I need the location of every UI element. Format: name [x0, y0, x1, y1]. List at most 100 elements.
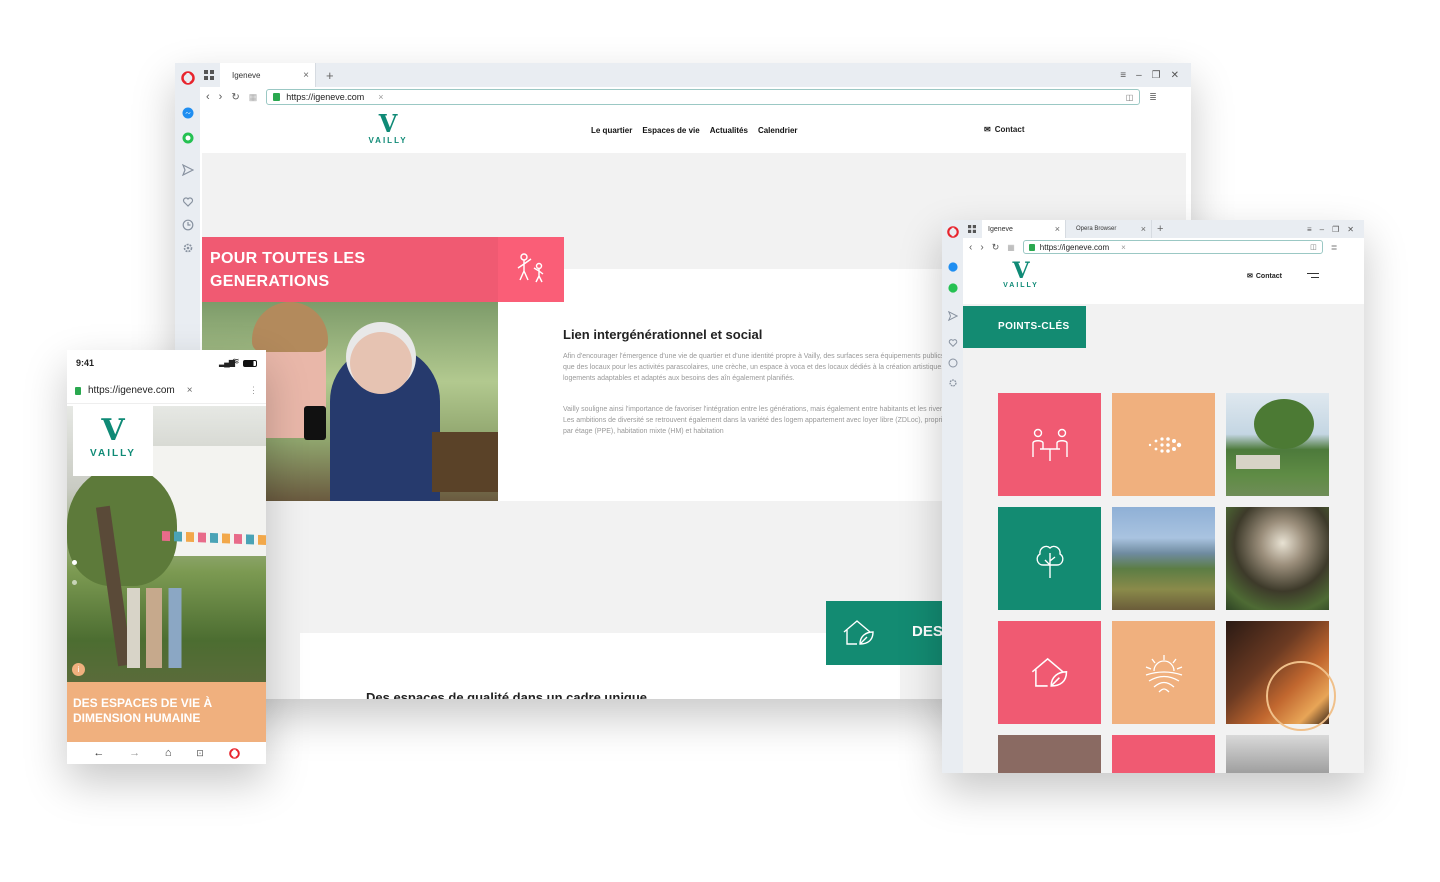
forward-icon[interactable]: →	[129, 747, 140, 759]
logo-word: VAILLY	[368, 136, 408, 145]
restore-icon[interactable]: ❐	[1152, 70, 1161, 81]
desktop-tab-igeneve[interactable]: Igeneve ×	[220, 63, 316, 87]
history-icon[interactable]	[182, 219, 194, 231]
tile-photo-bicycle[interactable]	[1226, 621, 1336, 731]
info-icon[interactable]: i	[72, 663, 85, 676]
tile-photo-landscape[interactable]	[1112, 507, 1215, 610]
tile-photo-street[interactable]	[1226, 735, 1329, 773]
tile-dots[interactable]	[1112, 393, 1215, 496]
window-controls: ≡ – ❐ ✕	[1307, 225, 1354, 234]
opera-icon[interactable]	[180, 71, 195, 85]
whatsapp-icon[interactable]	[947, 283, 958, 293]
site-logo[interactable]: V VAILLY	[73, 406, 153, 476]
carousel-dot-1[interactable]	[72, 560, 77, 565]
close-tab-icon[interactable]: ×	[1141, 224, 1146, 234]
close-window-icon[interactable]: ✕	[1347, 225, 1354, 234]
tablet-tab-opera[interactable]: Opera Browser ×	[1066, 220, 1152, 238]
clear-url-icon[interactable]: ×	[378, 92, 383, 102]
close-tab-icon[interactable]: ×	[303, 70, 309, 81]
mobile-address-bar[interactable]: https://igeneve.com × ⋮	[67, 378, 266, 404]
minimize-icon[interactable]: –	[1320, 225, 1324, 234]
nav-actualites[interactable]: Actualités	[710, 126, 748, 135]
tab-menu-icon[interactable]: ≡	[1120, 70, 1126, 81]
clear-url-icon[interactable]: ×	[187, 385, 193, 396]
points-cles-text: POINTS-CLÉS	[998, 321, 1070, 332]
more-icon[interactable]: ⋮	[249, 385, 258, 396]
minimize-icon[interactable]: –	[1136, 70, 1142, 81]
speed-dial-icon[interactable]: ▦	[249, 92, 258, 103]
tile-photo-building-tree[interactable]	[1226, 393, 1329, 496]
house-icon-box	[826, 601, 892, 665]
nav-calendrier[interactable]: Calendrier	[758, 126, 798, 135]
envelope-icon: ✉	[984, 125, 991, 134]
speed-dial-icon[interactable]: ▦	[1007, 243, 1015, 252]
forward-icon[interactable]: ›	[980, 242, 983, 253]
tabs-grid-icon[interactable]	[968, 225, 976, 233]
tablet-address-bar[interactable]: https://igeneve.com × ◫	[1022, 240, 1323, 254]
close-tab-icon[interactable]: ×	[1055, 224, 1060, 234]
tile-tree[interactable]	[998, 507, 1101, 610]
tab-title: Igeneve	[232, 70, 261, 80]
heart-icon[interactable]	[182, 196, 194, 208]
tree-icon	[1035, 545, 1064, 578]
messenger-icon[interactable]	[947, 262, 958, 272]
restore-icon[interactable]: ❐	[1332, 225, 1339, 234]
tabs-grid-icon[interactable]	[204, 70, 214, 80]
site-logo[interactable]: V VAILLY	[1001, 260, 1041, 289]
close-window-icon[interactable]: ✕	[1171, 70, 1179, 81]
easy-setup-icon[interactable]: ≣	[1331, 243, 1338, 252]
envelope-icon: ✉	[1247, 273, 1253, 280]
whatsapp-icon[interactable]	[182, 132, 194, 144]
settings-icon[interactable]	[182, 242, 194, 254]
easy-setup-icon[interactable]: ≣	[1149, 92, 1157, 103]
back-icon[interactable]: ‹	[969, 242, 972, 253]
menu-icon[interactable]	[1307, 273, 1319, 278]
opera-icon[interactable]	[946, 226, 959, 238]
generations-banner-text: POUR TOUTES LES GENERATIONS	[210, 250, 366, 290]
mobile-hero: V VAILLY i	[67, 406, 266, 682]
section-paragraph-2: Vailly souligne ainsi l'importance de fa…	[563, 406, 957, 435]
send-icon[interactable]	[947, 311, 958, 321]
nav-le-quartier[interactable]: Le quartier	[591, 126, 632, 135]
tile-people-table[interactable]	[998, 393, 1101, 496]
desktop-address-bar[interactable]: https://igeneve.com × ◫	[266, 89, 1141, 105]
mobile-bottom-bar: ← → ⌂ ⊡	[67, 742, 266, 764]
back-icon[interactable]: ‹	[206, 91, 210, 103]
heart-icon[interactable]	[948, 338, 958, 348]
tile-pink-partial[interactable]	[1112, 735, 1215, 773]
clear-url-icon[interactable]: ×	[1121, 243, 1126, 252]
url-text: https://igeneve.com	[286, 92, 365, 102]
send-icon[interactable]	[181, 164, 194, 176]
snapshot-icon[interactable]: ◫	[1310, 243, 1317, 251]
reload-icon[interactable]: ↻	[231, 92, 239, 103]
home-icon[interactable]: ⌂	[165, 747, 172, 759]
settings-icon[interactable]	[948, 378, 958, 388]
tablet-tab-igeneve[interactable]: Igeneve ×	[982, 220, 1066, 238]
contact-link[interactable]: ✉ Contact	[1247, 272, 1282, 281]
tile-sunrise[interactable]	[1112, 621, 1215, 724]
site-logo[interactable]: V VAILLY	[367, 112, 409, 146]
section-title: Lien intergénérationnel et social	[563, 327, 763, 342]
tile-photo-watering[interactable]	[1226, 507, 1329, 610]
tablet-site-header: V VAILLY ✉ Contact	[963, 256, 1364, 304]
wifi-icon: ≋	[232, 356, 240, 366]
new-tab-icon[interactable]: +	[326, 68, 334, 83]
reload-icon[interactable]: ↻	[992, 242, 1000, 253]
house-leaf-icon	[1031, 657, 1067, 687]
tile-house-leaf[interactable]	[998, 621, 1101, 724]
forward-icon[interactable]: ›	[219, 91, 223, 103]
carousel-dot-2[interactable]	[72, 580, 77, 585]
messenger-icon[interactable]	[182, 107, 194, 119]
tab-menu-icon[interactable]: ≡	[1307, 225, 1312, 234]
nav-espaces-de-vie[interactable]: Espaces de vie	[642, 126, 699, 135]
back-icon[interactable]: ←	[93, 747, 104, 759]
opera-icon[interactable]	[228, 747, 240, 759]
new-tab-icon[interactable]: +	[1157, 223, 1163, 235]
hero-tree	[67, 466, 177, 586]
history-icon[interactable]	[947, 358, 958, 368]
contact-link[interactable]: ✉ Contact	[984, 125, 1024, 134]
points-cles-banner: POINTS-CLÉS	[963, 306, 1086, 348]
tile-photo-bike-lane[interactable]	[998, 735, 1101, 773]
snapshot-icon[interactable]: ◫	[1126, 93, 1134, 102]
tabs-icon[interactable]: ⊡	[196, 748, 204, 759]
